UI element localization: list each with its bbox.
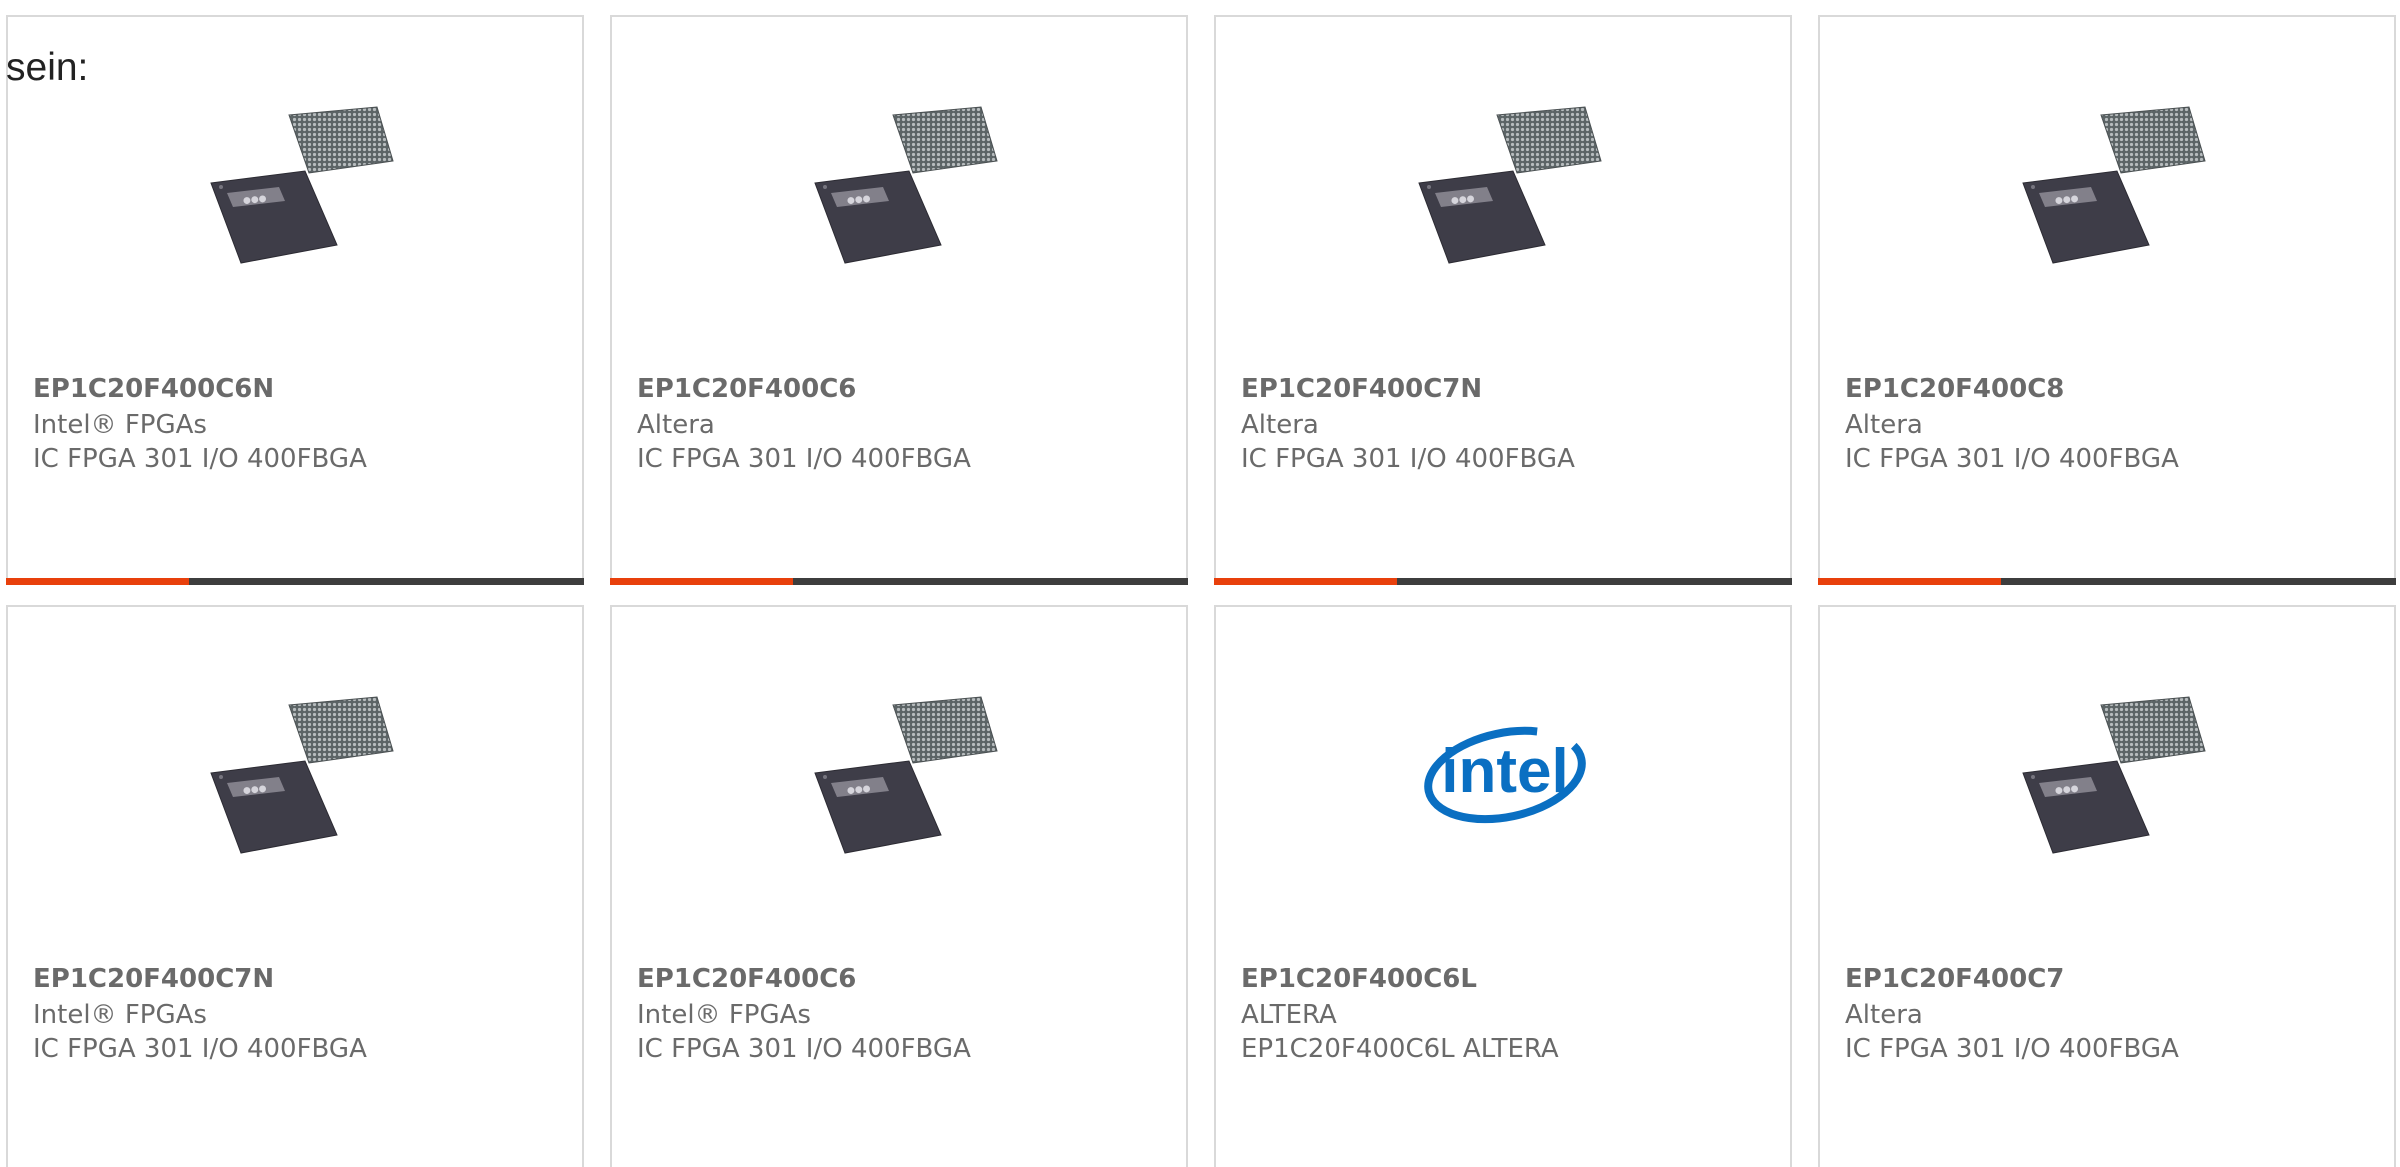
description: EP1C20F400C6L ALTERA <box>1241 1034 1559 1064</box>
manufacturer: Altera <box>1845 410 1923 440</box>
part-number[interactable]: EP1C20F400C6L <box>1241 964 1477 994</box>
card-accent <box>6 578 189 585</box>
manufacturer: Altera <box>637 410 715 440</box>
manufacturer: Intel® FPGAs <box>33 1000 207 1030</box>
card-footer-bar <box>1818 578 2396 585</box>
description: IC FPGA 301 I/O 400FBGA <box>1241 444 1575 474</box>
card-footer-bar <box>610 578 1188 585</box>
manufacturer: Altera <box>1241 410 1319 440</box>
product-grid: ●●● EP1C20F400C6N Intel® FPGAs IC FPGA 3… <box>6 15 2400 1167</box>
fpga-chip-icon: ●●● <box>2009 87 2209 287</box>
description: IC FPGA 301 I/O 400FBGA <box>33 444 367 474</box>
part-number[interactable]: EP1C20F400C7 <box>1845 964 2064 994</box>
part-number[interactable]: EP1C20F400C7N <box>1241 374 1482 404</box>
fpga-chip-icon: ●●● <box>197 87 397 287</box>
card-accent <box>1214 578 1397 585</box>
card-accent <box>1818 578 2001 585</box>
intel-logo: intel <box>1405 677 1605 877</box>
card-footer-bar <box>1214 578 1792 585</box>
part-number[interactable]: EP1C20F400C6 <box>637 374 856 404</box>
card-accent <box>610 578 793 585</box>
intro-text: sein: <box>6 46 89 89</box>
part-number[interactable]: EP1C20F400C6N <box>33 374 274 404</box>
fpga-chip-icon: ●●● <box>1405 87 1605 287</box>
description: IC FPGA 301 I/O 400FBGA <box>1845 1034 2179 1064</box>
fpga-chip-icon: ●●● <box>801 87 1001 287</box>
product-card[interactable]: ●●● EP1C20F400C6 Intel® FPGAs IC FPGA 30… <box>610 605 1188 1167</box>
intel-logo-text: intel <box>1441 737 1568 806</box>
part-number[interactable]: EP1C20F400C7N <box>33 964 274 994</box>
description: IC FPGA 301 I/O 400FBGA <box>637 1034 971 1064</box>
manufacturer: Altera <box>1845 1000 1923 1030</box>
fpga-chip-icon: ●●● <box>197 677 397 877</box>
product-card[interactable]: intel EP1C20F400C6L ALTERA EP1C20F400C6L… <box>1214 605 1792 1167</box>
product-card[interactable]: ●●● EP1C20F400C8 Altera IC FPGA 301 I/O … <box>1818 15 2396 585</box>
manufacturer: Intel® FPGAs <box>33 410 207 440</box>
card-footer-bar <box>6 578 584 585</box>
description: IC FPGA 301 I/O 400FBGA <box>637 444 971 474</box>
manufacturer: Intel® FPGAs <box>637 1000 811 1030</box>
product-card[interactable]: ●●● EP1C20F400C7N Intel® FPGAs IC FPGA 3… <box>6 605 584 1167</box>
part-number[interactable]: EP1C20F400C8 <box>1845 374 2064 404</box>
fpga-chip-icon: ●●● <box>2009 677 2209 877</box>
manufacturer: ALTERA <box>1241 1000 1337 1030</box>
product-card[interactable]: ●●● EP1C20F400C6N Intel® FPGAs IC FPGA 3… <box>6 15 584 585</box>
fpga-chip-icon: ●●● <box>801 677 1001 877</box>
description: IC FPGA 301 I/O 400FBGA <box>33 1034 367 1064</box>
description: IC FPGA 301 I/O 400FBGA <box>1845 444 2179 474</box>
product-card[interactable]: ●●● EP1C20F400C6 Altera IC FPGA 301 I/O … <box>610 15 1188 585</box>
part-number[interactable]: EP1C20F400C6 <box>637 964 856 994</box>
product-card[interactable]: ●●● EP1C20F400C7 Altera IC FPGA 301 I/O … <box>1818 605 2396 1167</box>
product-card[interactable]: ●●● EP1C20F400C7N Altera IC FPGA 301 I/O… <box>1214 15 1792 585</box>
